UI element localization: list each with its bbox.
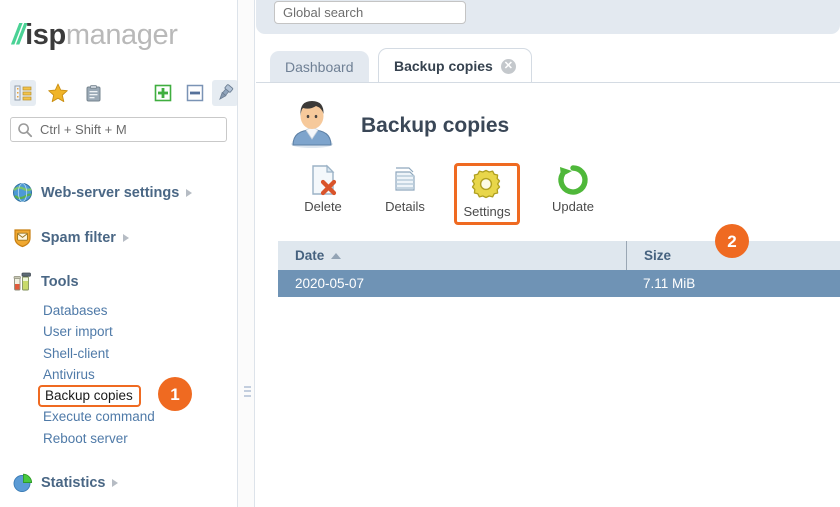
ispmanager-window: //ispmanager Ctrl + Shift + M Web-server… <box>0 0 840 507</box>
logo-slashes-icon: // <box>12 19 25 51</box>
sidebar-item-reboot-server[interactable]: Reboot server <box>43 431 128 446</box>
chevron-right-icon <box>112 478 119 487</box>
tree-view-icon[interactable] <box>10 80 36 106</box>
content-panel: Backup copies Delete Details Settings Up… <box>256 83 840 507</box>
sidebar-label-web-server-settings: Web-server settings <box>41 184 180 201</box>
annotation-badge-1: 1 <box>158 377 192 411</box>
page-title: Backup copies <box>361 114 510 137</box>
splitter-grip-icon[interactable] <box>244 386 251 399</box>
sidebar-label-execute-command: Execute command <box>43 409 155 424</box>
sidebar-item-statistics[interactable]: Statistics <box>12 472 119 493</box>
sidebar-item-web-server-settings[interactable]: Web-server settings <box>12 182 193 203</box>
sidebar-label-databases: Databases <box>43 303 108 318</box>
settings-button-label: Settings <box>463 204 511 219</box>
chevron-right-icon <box>186 188 193 197</box>
collapse-minus-icon[interactable] <box>182 80 208 106</box>
tab-dashboard[interactable]: Dashboard <box>270 51 369 83</box>
gear-icon <box>470 168 504 202</box>
details-button[interactable]: Details <box>368 163 442 223</box>
shield-mail-icon <box>12 227 33 248</box>
pie-chart-icon <box>12 472 33 493</box>
sidebar-item-shell-client[interactable]: Shell-client <box>43 346 109 361</box>
close-icon[interactable]: ✕ <box>500 58 516 74</box>
details-stack-icon <box>388 163 422 197</box>
sidebar-label-tools: Tools <box>41 273 79 290</box>
sidebar-label-shell-client: Shell-client <box>43 346 110 361</box>
delete-button-label: Delete <box>304 199 342 214</box>
pin-icon[interactable] <box>212 80 238 106</box>
backup-copies-table: Date Size 2020-05-07 7.11 MiB <box>278 241 840 297</box>
favorites-star-icon[interactable] <box>45 80 71 106</box>
main-area: Dashboard Backup copies ✕ <box>256 0 840 507</box>
tab-backup-copies-label: Backup copies <box>394 58 493 74</box>
badge-2-text: 2 <box>727 231 737 251</box>
settings-button[interactable]: Settings <box>454 163 520 225</box>
badge-1-text: 1 <box>170 384 180 404</box>
chevron-right-icon <box>122 233 129 242</box>
expand-plus-icon[interactable] <box>150 80 176 106</box>
sidebar-label-reboot-server: Reboot server <box>43 431 128 446</box>
clipboard-icon[interactable] <box>80 80 106 106</box>
column-header-date[interactable]: Date <box>278 241 626 270</box>
refresh-icon <box>556 163 590 197</box>
sidebar-item-backup-copies[interactable]: Backup copies <box>38 385 141 407</box>
delete-button[interactable]: Delete <box>286 163 360 223</box>
logo-isp-text: isp <box>25 19 66 51</box>
tab-backup-copies[interactable]: Backup copies ✕ <box>378 48 532 83</box>
details-button-label: Details <box>385 199 425 214</box>
sidebar-item-user-import[interactable]: User import <box>43 324 113 339</box>
sort-ascending-icon <box>331 252 342 259</box>
sidebar-label-backup-copies: Backup copies <box>45 388 133 403</box>
sidebar-item-antivirus[interactable]: Antivirus <box>43 367 95 382</box>
sidebar-icon-toolbar <box>10 80 238 110</box>
sidebar-search-box[interactable] <box>10 117 227 142</box>
logo-manager-text: manager <box>65 19 178 51</box>
column-header-date-label: Date <box>295 248 325 263</box>
sidebar-search-input[interactable] <box>38 121 208 138</box>
global-search-box[interactable] <box>274 1 466 24</box>
sidebar-item-spam-filter[interactable]: Spam filter <box>12 227 129 248</box>
sidebar-splitter[interactable] <box>237 0 255 507</box>
delete-page-icon <box>306 163 340 197</box>
column-header-size-label: Size <box>644 248 672 263</box>
sidebar-item-databases[interactable]: Databases <box>43 303 108 318</box>
global-search-input[interactable] <box>275 2 465 23</box>
tools-icon <box>12 271 33 292</box>
sidebar-item-tools[interactable]: Tools <box>12 271 79 292</box>
cell-date: 2020-05-07 <box>295 276 365 291</box>
cell-size: 7.11 MiB <box>643 276 696 291</box>
update-button-label: Update <box>552 199 594 214</box>
tab-bar: Dashboard Backup copies ✕ <box>256 48 840 83</box>
brand-logo: //ispmanager <box>12 21 178 50</box>
search-icon <box>17 122 33 138</box>
annotation-badge-2: 2 <box>715 224 749 258</box>
sidebar-label-spam-filter: Spam filter <box>41 229 116 246</box>
table-header-row: Date Size <box>278 241 840 270</box>
sidebar: //ispmanager Ctrl + Shift + M Web-server… <box>0 0 238 507</box>
user-avatar-icon <box>286 97 338 149</box>
sidebar-label-user-import: User import <box>43 324 113 339</box>
sidebar-label-antivirus: Antivirus <box>43 367 95 382</box>
globe-icon <box>12 182 33 203</box>
tab-dashboard-label: Dashboard <box>285 59 354 75</box>
sidebar-item-execute-command[interactable]: Execute command <box>43 409 155 424</box>
sidebar-label-statistics: Statistics <box>41 474 106 491</box>
update-button[interactable]: Update <box>536 163 610 223</box>
top-bar <box>256 0 840 34</box>
action-toolbar: Delete Details Settings Update <box>286 163 616 225</box>
table-row[interactable]: 2020-05-07 7.11 MiB <box>278 270 840 297</box>
